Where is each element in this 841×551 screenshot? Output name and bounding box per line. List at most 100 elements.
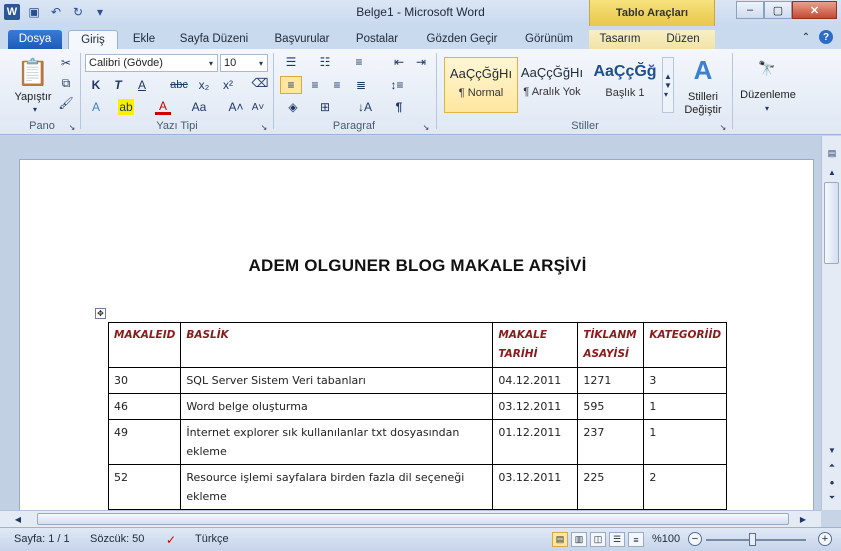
tab-layout[interactable]: Düzen — [651, 30, 715, 49]
italic-icon[interactable]: T — [110, 77, 126, 93]
strikethrough-icon[interactable]: abc — [168, 77, 190, 93]
table-cell[interactable]: 1271 — [577, 367, 645, 394]
save-icon[interactable]: ▣ — [26, 4, 42, 20]
scroll-left-icon[interactable]: ◀ — [12, 513, 24, 525]
previous-page-icon[interactable]: ⏶ — [825, 460, 839, 472]
grow-font-icon[interactable]: A˄ — [228, 99, 244, 115]
paste-dropdown-icon[interactable]: ▾ — [30, 104, 40, 114]
multilevel-list-icon[interactable]: ≡ — [350, 54, 368, 70]
decrease-indent-icon[interactable]: ⇤ — [390, 54, 408, 70]
table-cell[interactable]: SQL Server Sistem Veri tabanları — [180, 367, 494, 394]
justify-icon[interactable]: ≣ — [352, 76, 370, 94]
ruler-toggle-icon[interactable]: ▤ — [825, 146, 839, 160]
tab-review[interactable]: Gözden Geçir — [414, 30, 510, 49]
tab-home[interactable]: Giriş — [68, 30, 118, 49]
scroll-up-icon[interactable]: ▲ — [825, 166, 839, 178]
maximize-button[interactable]: ▢ — [764, 1, 792, 19]
close-button[interactable]: ✕ — [792, 1, 837, 19]
show-marks-icon[interactable]: ¶ — [390, 99, 408, 115]
minimize-button[interactable]: – — [736, 1, 764, 19]
outline-view-icon[interactable]: ☰ — [609, 532, 625, 547]
clear-formatting-icon[interactable]: ⌫ — [252, 75, 269, 91]
tab-mailings[interactable]: Postalar — [346, 30, 408, 49]
change-styles-button[interactable]: Stilleri Değiştir — [676, 91, 730, 117]
underline-icon[interactable]: A — [134, 77, 150, 93]
table-cell[interactable]: İnternet explorer sık kullanılanlar txt … — [180, 419, 494, 465]
zoom-slider[interactable] — [706, 539, 806, 541]
proofing-icon[interactable]: ✓ — [162, 532, 180, 548]
bullets-icon[interactable]: ☰ — [282, 54, 300, 70]
table-cell[interactable]: Resource işlemi sayfalara birden fazla d… — [180, 464, 494, 510]
zoom-level[interactable]: %100 — [652, 533, 680, 545]
table-cell[interactable]: 3 — [643, 367, 728, 394]
style-no-spacing[interactable]: AaÇçĞğHı ¶ Aralık Yok — [515, 57, 589, 113]
copy-icon[interactable]: ⧉ — [58, 75, 74, 91]
editing-dropdown-icon[interactable]: ▾ — [762, 103, 772, 113]
table-cell[interactable]: 237 — [577, 419, 645, 465]
customize-qat-icon[interactable]: ▾ — [92, 4, 108, 20]
cut-icon[interactable]: ✂ — [58, 55, 74, 71]
table-cell[interactable]: 225 — [577, 464, 645, 510]
status-page[interactable]: Sayfa: 1 / 1 — [14, 533, 70, 545]
format-painter-icon[interactable]: 🖌 — [58, 95, 74, 111]
font-color-icon[interactable]: A — [155, 99, 171, 115]
draft-view-icon[interactable]: ≡ — [628, 532, 644, 547]
subscript-icon[interactable]: x₂ — [196, 77, 212, 93]
scroll-down-icon[interactable]: ▼ — [825, 444, 839, 456]
document-page[interactable]: ADEM OLGUNER BLOG MAKALE ARŞİVİ ✥ MAKALE… — [19, 159, 814, 510]
table-cell[interactable]: 2 — [643, 464, 728, 510]
tab-insert[interactable]: Ekle — [124, 30, 164, 49]
status-language[interactable]: Türkçe — [195, 533, 229, 545]
tab-view[interactable]: Görünüm — [516, 30, 582, 49]
paste-button[interactable]: Yapıştır — [8, 91, 58, 103]
next-page-icon[interactable]: ⏷ — [825, 492, 839, 504]
table-cell[interactable]: 595 — [577, 393, 645, 420]
style-normal[interactable]: AaÇçĞğHı ¶ Normal — [444, 57, 518, 113]
highlight-icon[interactable]: ab — [118, 99, 134, 115]
redo-icon[interactable]: ↻ — [70, 4, 86, 20]
style-heading-1[interactable]: AaÇçĞğ Başlık 1 — [588, 57, 662, 113]
binoculars-icon[interactable]: 🔭 — [756, 57, 778, 79]
font-launcher-icon[interactable]: ↘ — [259, 122, 269, 132]
increase-indent-icon[interactable]: ⇥ — [412, 54, 430, 70]
help-icon[interactable]: ? — [819, 30, 833, 44]
horizontal-scrollbar[interactable]: ◀ ▶ — [0, 510, 821, 527]
zoom-slider-knob[interactable] — [749, 533, 756, 546]
table-cell[interactable]: 52 — [107, 464, 182, 510]
shading-icon[interactable]: ◈ — [284, 99, 302, 115]
shrink-font-icon[interactable]: A˅ — [250, 99, 266, 115]
borders-icon[interactable]: ⊞ — [316, 99, 334, 115]
tab-design[interactable]: Tasarım — [589, 30, 651, 49]
clipboard-launcher-icon[interactable]: ↘ — [67, 122, 77, 132]
styles-launcher-icon[interactable]: ↘ — [718, 122, 728, 132]
vertical-scroll-thumb[interactable] — [824, 182, 839, 264]
table-cell[interactable]: 01.12.2011 — [492, 419, 579, 465]
collapse-ribbon-icon[interactable]: ⌃ — [799, 30, 813, 44]
status-words[interactable]: Sözcük: 50 — [90, 533, 144, 545]
font-size-dropdown-icon[interactable]: ▾ — [256, 56, 266, 70]
table-cell[interactable]: 04.12.2011 — [492, 367, 579, 394]
bold-icon[interactable]: K — [88, 77, 104, 93]
scroll-right-icon[interactable]: ▶ — [797, 513, 809, 525]
article-table[interactable]: MAKALEID BASLİK MAKALE TARİHİ TİKLANM AS… — [107, 322, 728, 510]
table-cell[interactable]: Word belge oluşturma — [180, 393, 494, 420]
change-styles-icon[interactable]: A — [688, 55, 718, 85]
undo-icon[interactable]: ↶ — [48, 4, 64, 20]
editing-button[interactable]: Düzenleme — [736, 89, 800, 101]
table-cell[interactable]: 30 — [107, 367, 182, 394]
numbering-icon[interactable]: ☷ — [316, 54, 334, 70]
print-layout-view-icon[interactable]: ▤ — [552, 532, 568, 547]
vertical-scrollbar[interactable]: ▤ ▲ ▼ ⏶ ● ⏷ — [821, 136, 841, 510]
text-effects-icon[interactable]: A — [88, 99, 104, 115]
font-name-field[interactable]: Calibri (Gövde) — [85, 54, 218, 72]
tab-references[interactable]: Başvurular — [264, 30, 340, 49]
web-layout-icon[interactable]: ◫ — [590, 532, 606, 547]
change-case-icon[interactable]: Aa — [188, 99, 210, 115]
styles-scroll[interactable]: ▲ ▼ ▾ — [662, 57, 674, 113]
table-cell[interactable]: 49 — [107, 419, 182, 465]
font-name-dropdown-icon[interactable]: ▾ — [206, 56, 216, 70]
table-cell[interactable]: 1 — [643, 419, 728, 465]
table-cell[interactable]: 03.12.2011 — [492, 464, 579, 510]
tab-file[interactable]: Dosya — [8, 30, 62, 49]
paragraph-launcher-icon[interactable]: ↘ — [421, 122, 431, 132]
